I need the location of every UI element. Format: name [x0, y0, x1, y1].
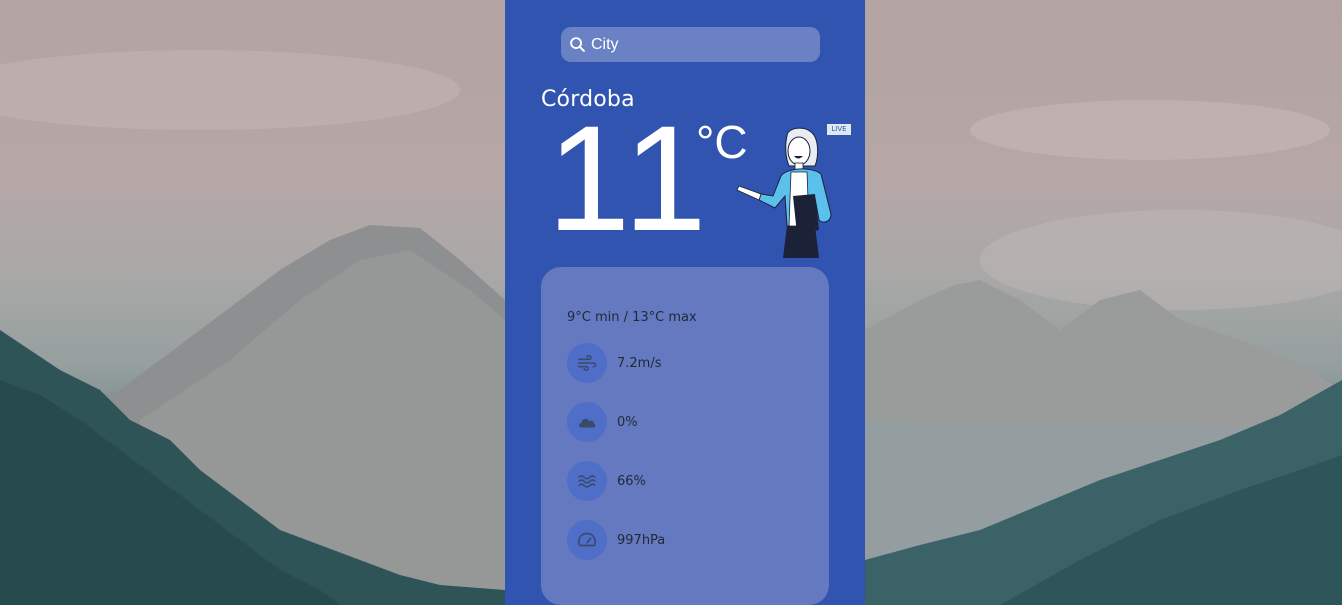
humidity-value: 66%	[617, 473, 646, 489]
pressure-row: 997hPa	[567, 520, 665, 560]
wind-icon-circle	[567, 343, 607, 383]
search-bar[interactable]	[561, 27, 820, 62]
wind-icon	[578, 354, 597, 372]
cloudiness-value: 0%	[617, 414, 638, 430]
humidity-row: 66%	[567, 461, 646, 501]
weather-presenter-illustration	[736, 127, 832, 258]
wind-speed-value: 7.2m/s	[617, 355, 662, 371]
waves-icon	[578, 475, 596, 488]
clouds-row: 0%	[567, 402, 638, 442]
cloud-icon-circle	[567, 402, 607, 442]
search-icon[interactable]	[569, 36, 586, 53]
gauge-icon	[577, 532, 597, 547]
gauge-icon-circle	[567, 520, 607, 560]
live-badge: LIVE	[827, 124, 851, 135]
weather-panel: Córdoba 11 °C LIVE 9°C min / 13°C max	[505, 0, 865, 605]
wind-row: 7.2m/s	[567, 343, 662, 383]
min-max-temperature: 9°C min / 13°C max	[567, 310, 697, 325]
weather-details-card: 9°C min / 13°C max 7.2m/s 0% 66% 997hPa	[541, 267, 829, 605]
cloud-icon	[579, 418, 596, 428]
pressure-value: 997hPa	[617, 532, 666, 548]
city-search-input[interactable]	[591, 35, 811, 54]
waves-icon-circle	[567, 461, 607, 501]
current-temperature: 11	[547, 94, 711, 262]
